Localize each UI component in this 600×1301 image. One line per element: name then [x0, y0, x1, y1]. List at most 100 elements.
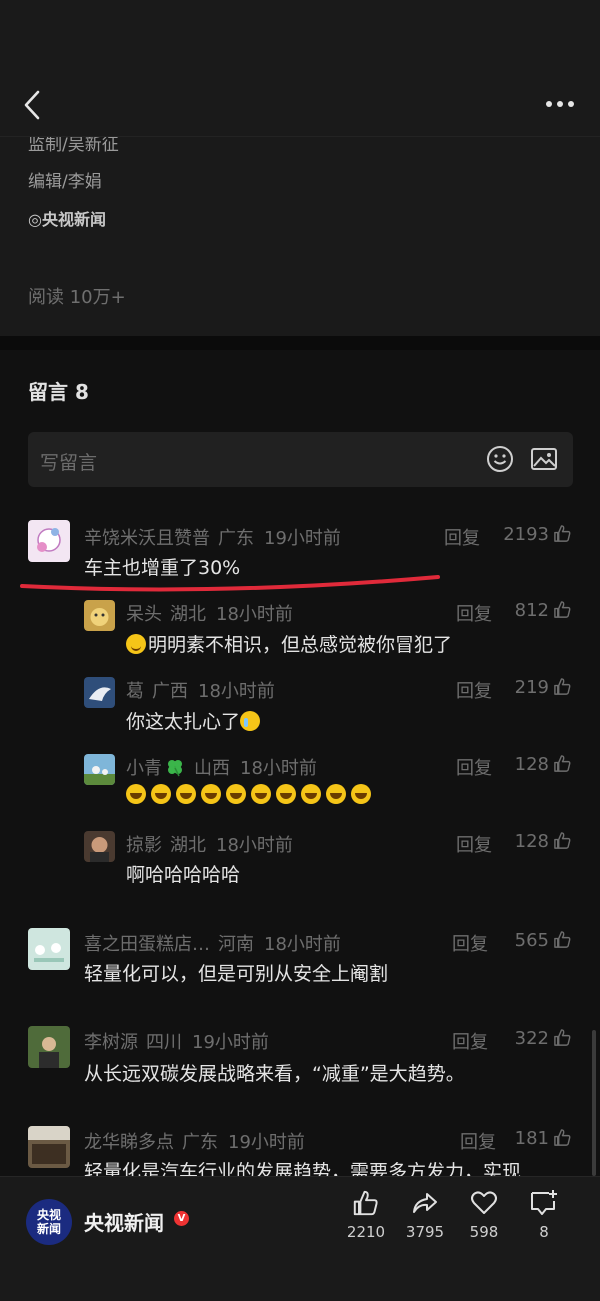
like-count: 219	[514, 677, 549, 698]
avatar[interactable]	[84, 754, 115, 785]
comment-text: 从长远双碳发展战略来看，“减重”是大趋势。	[84, 1063, 465, 1085]
reply-button[interactable]: 回复	[456, 831, 492, 857]
comment-time: 19小时前	[228, 1132, 305, 1153]
avatar[interactable]	[28, 928, 70, 970]
like-count: 2193	[503, 524, 549, 545]
comment-text: 你这太扎心了	[126, 707, 261, 734]
like-button[interactable]: 322	[494, 1028, 572, 1049]
avatar-image	[28, 1126, 70, 1164]
commenter-location: 湖北	[170, 604, 206, 625]
thumbs-up-icon	[554, 755, 571, 772]
laughing-crying-emoji-icon	[251, 784, 271, 804]
avatar[interactable]	[84, 677, 115, 708]
favorite-button[interactable]: 598	[454, 1189, 514, 1241]
commenter-name[interactable]: 喜之田蛋糕店…	[84, 934, 210, 955]
like-count: 128	[514, 831, 549, 852]
laughing-crying-emoji-icon	[276, 784, 296, 804]
image-button[interactable]	[530, 446, 558, 472]
emoji-button[interactable]	[486, 445, 514, 473]
reply-button[interactable]: 回复	[444, 524, 480, 550]
image-icon	[531, 448, 557, 470]
like-article-button[interactable]: 2210	[336, 1189, 396, 1241]
reply-button[interactable]: 回复	[456, 677, 492, 703]
comment-meta: 呆头 湖北 18小时前	[126, 600, 293, 626]
commenter-name[interactable]: 李树源	[84, 1032, 138, 1053]
laughing-crying-emoji-icon	[126, 784, 146, 804]
read-count: 阅读 10万+	[28, 287, 126, 308]
laughing-crying-emoji-icon	[201, 784, 221, 804]
like-button[interactable]: 181	[494, 1128, 572, 1149]
commenter-name[interactable]: 小青	[126, 758, 162, 779]
commenter-location: 广西	[152, 681, 188, 702]
more-dots-icon	[546, 101, 574, 107]
commenter-name[interactable]: 龙华睇多点	[84, 1132, 174, 1153]
like-button[interactable]: 128	[494, 754, 572, 775]
comment-text: 啊哈哈哈哈哈	[126, 864, 241, 886]
comment-meta: 龙华睇多点 广东 19小时前	[84, 1128, 305, 1154]
like-count: 181	[514, 1128, 549, 1149]
reply-button[interactable]: 回复	[452, 1028, 488, 1054]
reply-button[interactable]: 回复	[456, 754, 492, 780]
commenter-name[interactable]: 掠影	[126, 835, 162, 856]
like-button[interactable]: 812	[494, 600, 572, 621]
favorite-count: 598	[469, 1223, 499, 1241]
like-count: 128	[514, 754, 549, 775]
account-name[interactable]: 央视新闻	[84, 1207, 164, 1236]
reply-button[interactable]: 回复	[460, 1128, 496, 1154]
thumbs-up-icon	[353, 1190, 378, 1216]
comment-placeholder: 写留言	[40, 452, 98, 474]
comment-meta: 辛饶米沃且赞普 广东 19小时前	[84, 524, 341, 550]
like-article-count: 2210	[346, 1223, 386, 1241]
crying-emoji-icon	[240, 711, 261, 731]
avatar-image	[89, 687, 111, 701]
chevron-left-icon	[24, 90, 40, 120]
avatar-image	[37, 528, 61, 552]
avatar[interactable]	[28, 1026, 70, 1068]
avatar[interactable]	[84, 831, 115, 862]
comment-text: 轻量化可以，但是可别从安全上阉割	[84, 963, 389, 985]
comment-time: 18小时前	[216, 835, 293, 856]
like-button[interactable]: 128	[494, 831, 572, 852]
comment-time: 18小时前	[198, 681, 275, 702]
bottom-action-bar: 央视 新闻 央视新闻 V 2210 3795 598 8	[0, 1176, 600, 1301]
comment-count: 8	[539, 1223, 549, 1241]
like-count: 322	[514, 1028, 549, 1049]
logo-text-line2: 新闻	[36, 1222, 61, 1236]
reply-button[interactable]: 回复	[456, 600, 492, 626]
thumbs-up-icon	[554, 525, 571, 542]
comments-title: 留言 8	[28, 380, 89, 404]
thumbs-up-icon	[554, 678, 571, 695]
reply-button[interactable]: 回复	[452, 930, 488, 956]
thumbs-up-icon	[554, 832, 571, 849]
comment-text-body: 明明素不相识，但总感觉被你冒犯了	[148, 634, 453, 656]
comment-meta: 喜之田蛋糕店… 河南 18小时前	[84, 930, 341, 956]
comment-text: 明明素不相识，但总感觉被你冒犯了	[126, 630, 452, 657]
laughing-crying-emoji-icon	[326, 784, 346, 804]
avatar[interactable]	[84, 600, 115, 631]
heart-icon	[471, 1191, 497, 1214]
comment-emoji-row	[126, 784, 376, 806]
comment-meta: 葛广西 18小时前	[126, 677, 275, 703]
scrollbar[interactable]	[592, 1030, 596, 1176]
thumbs-up-icon	[554, 601, 571, 618]
account-logo[interactable]: 央视 新闻	[26, 1199, 72, 1245]
comment-time: 18小时前	[216, 604, 293, 625]
commenter-name[interactable]: 呆头	[126, 604, 162, 625]
like-button[interactable]: 219	[494, 677, 572, 698]
write-comment-input[interactable]: 写留言	[28, 432, 573, 487]
avatar-image	[84, 766, 115, 785]
verified-badge: V	[174, 1211, 189, 1226]
avatar-image	[90, 837, 109, 862]
commenter-name[interactable]: 辛饶米沃且赞普	[84, 528, 210, 549]
commenter-name[interactable]: 葛	[126, 681, 144, 702]
back-button[interactable]	[18, 88, 48, 122]
smiley-icon	[487, 446, 513, 472]
share-button[interactable]: 3795	[395, 1189, 455, 1241]
comment-meta: 小青 山西 18小时前	[126, 754, 317, 780]
comment-add-button[interactable]: 8	[514, 1189, 574, 1241]
like-button[interactable]: 2193	[494, 524, 572, 545]
like-button[interactable]: 565	[494, 930, 572, 951]
more-options-button[interactable]	[542, 92, 578, 116]
avatar[interactable]	[28, 1126, 70, 1168]
avatar[interactable]	[28, 520, 70, 562]
